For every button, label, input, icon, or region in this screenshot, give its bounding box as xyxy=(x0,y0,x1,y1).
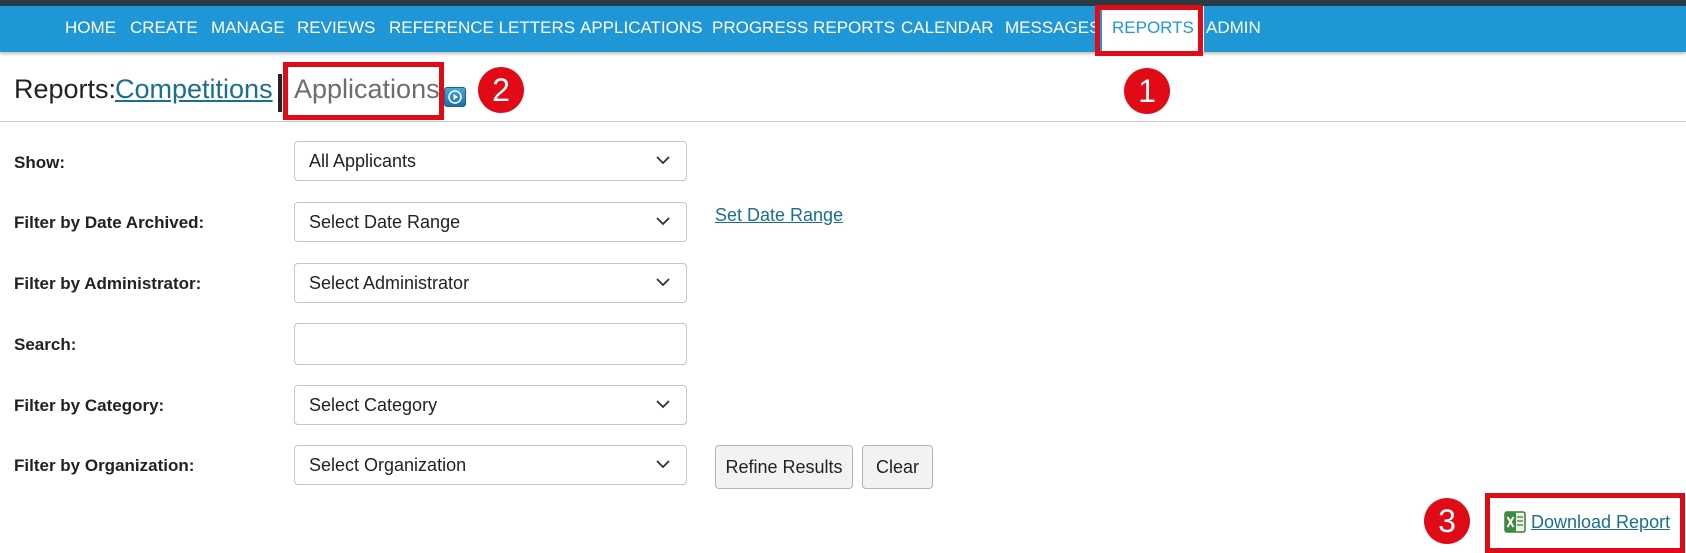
category-select[interactable]: Select Category xyxy=(294,385,687,425)
play-video-icon[interactable] xyxy=(444,87,466,107)
show-select-value: All Applicants xyxy=(309,151,417,171)
callout-number-3: 3 xyxy=(1424,498,1470,544)
nav-item-applications[interactable]: APPLICATIONS xyxy=(580,6,703,52)
excel-icon[interactable] xyxy=(1504,511,1526,533)
date-archived-label: Filter by Date Archived: xyxy=(14,213,205,232)
chevron-down-icon xyxy=(656,278,670,287)
callout-number-2: 2 xyxy=(478,67,524,113)
nav-item-reference-letters[interactable]: REFERENCE LETTERS xyxy=(389,6,575,52)
nav-item-home[interactable]: HOME xyxy=(65,6,116,52)
category-label: Filter by Category: xyxy=(14,396,165,415)
chevron-down-icon xyxy=(656,217,670,226)
organization-label: Filter by Organization: xyxy=(14,456,195,475)
search-input[interactable] xyxy=(294,323,687,365)
main-navbar: HOME CREATE MANAGE REVIEWS REFERENCE LET… xyxy=(0,6,1686,52)
nav-item-calendar[interactable]: CALENDAR xyxy=(901,6,994,52)
download-report-link[interactable]: Download Report xyxy=(1531,512,1670,533)
set-date-range-link[interactable]: Set Date Range xyxy=(715,205,843,226)
competitions-link[interactable]: Competitions xyxy=(115,74,273,105)
nav-item-create[interactable]: CREATE xyxy=(130,6,198,52)
header-divider xyxy=(0,121,1686,122)
nav-item-manage[interactable]: MANAGE xyxy=(211,6,285,52)
refine-results-button[interactable]: Refine Results xyxy=(715,445,853,489)
chevron-down-icon xyxy=(656,460,670,469)
header-separator xyxy=(278,74,282,112)
callout-number-1: 1 xyxy=(1124,68,1170,114)
callout-box-reports xyxy=(1095,5,1203,56)
category-select-value: Select Category xyxy=(309,395,438,415)
nav-item-progress-reports[interactable]: PROGRESS REPORTS xyxy=(712,6,895,52)
clear-button[interactable]: Clear xyxy=(862,445,933,489)
organization-select[interactable]: Select Organization xyxy=(294,445,687,485)
show-label: Show: xyxy=(14,153,65,172)
date-range-select-value: Select Date Range xyxy=(309,212,461,232)
reports-title: Reports: xyxy=(14,74,117,104)
nav-item-admin[interactable]: ADMIN xyxy=(1206,6,1261,52)
administrator-label: Filter by Administrator: xyxy=(14,274,202,293)
date-range-select[interactable]: Select Date Range xyxy=(294,202,687,242)
search-label: Search: xyxy=(14,335,77,354)
show-select[interactable]: All Applicants xyxy=(294,141,687,181)
nav-item-reviews[interactable]: REVIEWS xyxy=(297,6,375,52)
administrator-select[interactable]: Select Administrator xyxy=(294,263,687,303)
organization-select-value: Select Organization xyxy=(309,455,467,475)
callout-box-applications xyxy=(283,62,444,120)
nav-item-messages[interactable]: MESSAGES xyxy=(1005,6,1100,52)
chevron-down-icon xyxy=(656,156,670,165)
administrator-select-value: Select Administrator xyxy=(309,273,470,293)
chevron-down-icon xyxy=(656,400,670,409)
